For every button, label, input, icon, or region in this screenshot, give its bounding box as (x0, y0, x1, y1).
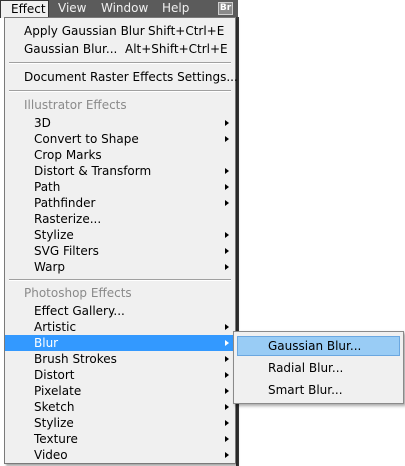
menu-item-label: Texture (34, 432, 78, 446)
submenu-item-smart-blur[interactable]: Smart Blur... (237, 380, 400, 400)
menu-item-pixelate[interactable]: Pixelate (5, 383, 235, 399)
submenu-arrow-icon (225, 120, 229, 126)
menu-item-label: SVG Filters (34, 244, 99, 258)
submenu-arrow-icon (225, 436, 229, 442)
menu-item-label: Rasterize... (34, 212, 102, 226)
menu-item-label: Apply Gaussian Blur (24, 24, 145, 38)
menu-item-label: Pixelate (34, 384, 82, 398)
menu-item-label: Effect Gallery... (34, 304, 125, 318)
menu-item-crop-marks[interactable]: Crop Marks (5, 147, 235, 163)
menu-item-document-raster-settings[interactable]: Document Raster Effects Settings... (5, 69, 238, 85)
menu-item-gaussian-blur[interactable]: Gaussian Blur... Alt+Shift+Ctrl+E (5, 41, 235, 57)
menu-item-label: Video (34, 448, 68, 462)
submenu-arrow-icon (225, 340, 229, 346)
menu-separator (9, 62, 231, 64)
group-header-photoshop: Photoshop Effects (24, 286, 132, 300)
menu-item-3d[interactable]: 3D (5, 115, 235, 131)
menu-item-stylize[interactable]: Stylize (5, 227, 235, 243)
menu-item-sketch[interactable]: Sketch (5, 399, 235, 415)
bridge-icon[interactable]: Br (218, 2, 233, 15)
menu-bar: Effect View Window Help Br (0, 0, 238, 18)
menu-item-shortcut: Alt+Shift+Ctrl+E (125, 42, 228, 56)
menu-item-label: Stylize (34, 228, 74, 242)
menu-item-label: Artistic (34, 320, 77, 334)
submenu-item-radial-blur[interactable]: Radial Blur... (237, 358, 400, 378)
submenu-arrow-icon (225, 168, 229, 174)
menu-item-label: Pathfinder (34, 196, 96, 210)
menu-item-warp[interactable]: Warp (5, 259, 235, 275)
menu-item-effect-gallery[interactable]: Effect Gallery... (5, 303, 235, 319)
menu-item-rasterize[interactable]: Rasterize... (5, 211, 235, 227)
menu-item-label: Distort & Transform (34, 164, 152, 178)
menu-item-label: Path (34, 180, 61, 194)
menu-effect[interactable]: Effect (0, 0, 49, 18)
blur-submenu: Gaussian Blur... Radial Blur... Smart Bl… (233, 331, 404, 404)
submenu-arrow-icon (225, 372, 229, 378)
submenu-arrow-icon (225, 136, 229, 142)
menu-item-path[interactable]: Path (5, 179, 235, 195)
menu-window[interactable]: Window (101, 0, 148, 18)
menu-item-label: Distort (34, 368, 75, 382)
menu-item-label: Stylize (34, 416, 74, 430)
submenu-arrow-icon (225, 232, 229, 238)
effect-menu: Apply Gaussian Blur Shift+Ctrl+E Gaussia… (4, 17, 238, 464)
menu-item-label: Document Raster Effects Settings... (24, 70, 238, 84)
menu-separator (9, 90, 231, 92)
submenu-arrow-icon (225, 184, 229, 190)
menu-item-brush-strokes[interactable]: Brush Strokes (5, 351, 235, 367)
menu-item-label: Warp (34, 260, 66, 274)
menu-item-distort[interactable]: Distort (5, 367, 235, 383)
menu-item-texture[interactable]: Texture (5, 431, 235, 447)
menu-item-blur[interactable]: Blur (5, 335, 235, 351)
submenu-arrow-icon (225, 264, 229, 270)
menu-item-label: Brush Strokes (34, 352, 117, 366)
menu-help[interactable]: Help (162, 0, 189, 18)
group-header-illustrator: Illustrator Effects (24, 98, 127, 112)
menu-item-label: 3D (34, 116, 51, 130)
submenu-arrow-icon (225, 248, 229, 254)
menu-item-label: Crop Marks (34, 148, 102, 162)
menu-item-label: Gaussian Blur... (24, 42, 118, 56)
menu-item-label: Radial Blur... (268, 361, 344, 375)
menu-item-video[interactable]: Video (5, 447, 235, 463)
submenu-arrow-icon (225, 356, 229, 362)
submenu-item-gaussian-blur[interactable]: Gaussian Blur... (237, 336, 400, 356)
menu-item-distort-transform[interactable]: Distort & Transform (5, 163, 235, 179)
submenu-arrow-icon (225, 404, 229, 410)
menu-item-pathfinder[interactable]: Pathfinder (5, 195, 235, 211)
menu-item-label: Sketch (34, 400, 75, 414)
menu-item-label: Convert to Shape (34, 132, 139, 146)
menu-item-apply-gaussian-blur[interactable]: Apply Gaussian Blur Shift+Ctrl+E (5, 23, 235, 39)
submenu-arrow-icon (225, 420, 229, 426)
menu-item-label: Smart Blur... (268, 383, 343, 397)
submenu-arrow-icon (225, 452, 229, 458)
menu-item-artistic[interactable]: Artistic (5, 319, 235, 335)
menu-item-shortcut: Shift+Ctrl+E (148, 24, 225, 38)
menu-separator (9, 279, 231, 281)
menu-view[interactable]: View (58, 0, 86, 18)
submenu-arrow-icon (225, 200, 229, 206)
menu-item-stylize-ps[interactable]: Stylize (5, 415, 235, 431)
menu-item-convert-to-shape[interactable]: Convert to Shape (5, 131, 235, 147)
submenu-arrow-icon (225, 388, 229, 394)
menu-item-label: Gaussian Blur... (268, 339, 362, 353)
menu-item-svg-filters[interactable]: SVG Filters (5, 243, 235, 259)
menu-item-label: Blur (34, 336, 59, 350)
submenu-arrow-icon (225, 324, 229, 330)
